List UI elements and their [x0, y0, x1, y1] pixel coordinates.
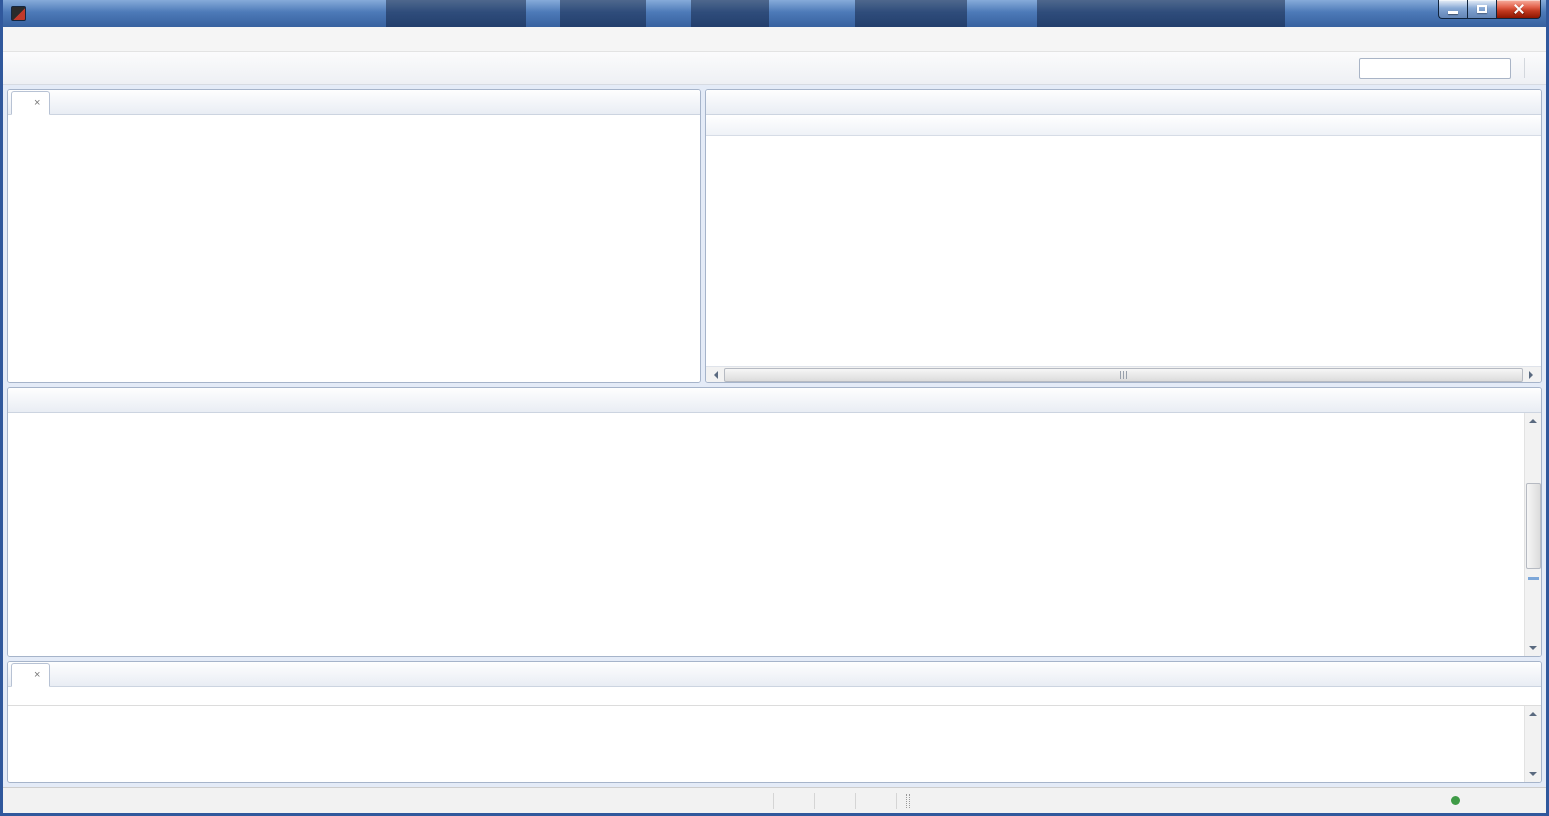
scroll-grip: [1123, 370, 1124, 379]
app-window: [0, 0, 1549, 816]
close-tab-icon[interactable]: [34, 98, 40, 109]
scroll-right-icon[interactable]: [1525, 367, 1541, 383]
editor-view: [7, 387, 1542, 657]
scroll-down-icon[interactable]: [1525, 767, 1542, 782]
scroll-up-icon[interactable]: [1525, 706, 1542, 721]
menubar: [3, 27, 1546, 52]
scroll-down-icon[interactable]: [1525, 641, 1542, 656]
debug-view-tabbar: [8, 90, 700, 115]
statusbar-grip: [906, 793, 910, 808]
statusbar-separator: [773, 792, 774, 809]
window-controls: [1438, 0, 1541, 19]
vscroll-track[interactable]: [1525, 721, 1542, 767]
console-view: [7, 661, 1542, 783]
overview-annotation-mark: [1527, 577, 1539, 581]
expressions-hscrollbar[interactable]: [706, 366, 1541, 382]
editor-body: [8, 413, 1541, 656]
scroll-left-icon[interactable]: [706, 367, 722, 383]
close-window-button[interactable]: [1496, 0, 1541, 19]
toolbar-separator: [1524, 58, 1525, 78]
hscroll-thumb[interactable]: [724, 367, 1523, 382]
vscroll-track[interactable]: [1525, 428, 1542, 641]
scroll-grip: [1120, 370, 1121, 379]
upper-panels: [7, 89, 1542, 383]
close-icon: [1513, 3, 1525, 15]
editor-tabbar-row: [8, 388, 1541, 413]
titlebar-artifact: [560, 0, 646, 27]
statusbar-separator: [896, 792, 897, 809]
titlebar-artifact: [855, 0, 967, 27]
scroll-grip: [1126, 370, 1127, 379]
statusbar-separator: [814, 792, 815, 809]
titlebar-artifact: [386, 0, 526, 27]
editor-vscrollbar[interactable]: [1524, 413, 1541, 656]
license-icon: [1451, 796, 1460, 805]
maximize-window-button[interactable]: [1467, 0, 1496, 19]
code-area[interactable]: [8, 413, 1524, 656]
vscroll-thumb[interactable]: [1525, 483, 1541, 569]
toolbar-right: [1359, 57, 1538, 79]
statusbar-separator: [855, 792, 856, 809]
app-icon: [11, 6, 26, 21]
console-output[interactable]: [8, 700, 1524, 782]
expressions-view: [705, 89, 1542, 383]
debug-view: [7, 89, 701, 383]
close-tab-icon[interactable]: [34, 670, 40, 681]
workspace: [3, 85, 1546, 787]
console-vscrollbar[interactable]: [1524, 706, 1541, 782]
titlebar[interactable]: [3, 0, 1546, 27]
minimize-window-button[interactable]: [1438, 0, 1467, 19]
statusbar-right: [1451, 796, 1546, 805]
quick-access-input[interactable]: [1359, 57, 1511, 79]
expressions-header: [706, 115, 1541, 136]
tab-debug[interactable]: [11, 91, 51, 115]
console-main: [8, 705, 1541, 782]
titlebar-artifact: [691, 0, 769, 27]
minimize-icon: [1448, 11, 1458, 14]
maximize-icon: [1477, 5, 1487, 13]
hscroll-track[interactable]: [722, 367, 1525, 383]
expressions-table: [706, 115, 1541, 382]
tab-console[interactable]: [11, 663, 51, 687]
expressions-rows: [706, 136, 1541, 366]
scroll-up-icon[interactable]: [1525, 413, 1542, 428]
statusbar: [3, 787, 1546, 813]
expressions-tabbar-row: [706, 90, 1541, 115]
titlebar-artifact: [1037, 0, 1285, 27]
main-toolbar: [3, 52, 1546, 85]
console-tabbar: [8, 662, 1541, 687]
debug-tree: [8, 115, 700, 382]
